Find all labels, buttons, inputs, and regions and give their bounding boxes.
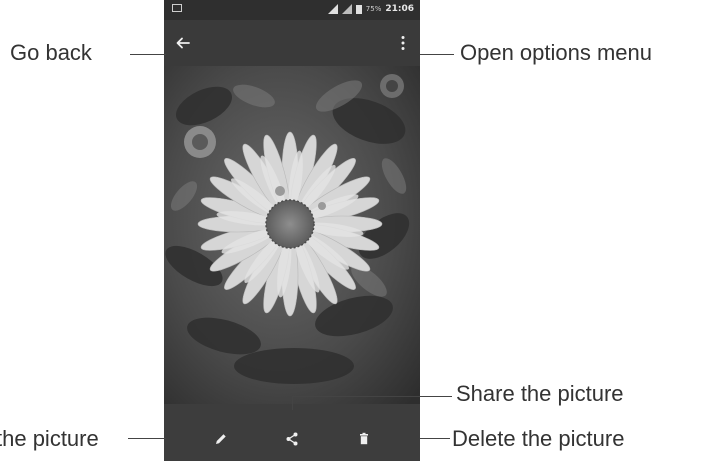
status-bar: 75% 21:06 bbox=[164, 0, 420, 20]
arrow-left-icon bbox=[176, 37, 190, 49]
back-button[interactable] bbox=[172, 32, 194, 54]
battery-percent: 75% bbox=[365, 5, 382, 13]
callout-edit: the picture bbox=[0, 426, 99, 451]
callout-delete: Delete the picture bbox=[452, 426, 625, 451]
bottom-action-bar bbox=[164, 404, 420, 461]
callout-options-menu: Open options menu bbox=[460, 40, 653, 65]
callout-share: Share the picture bbox=[456, 381, 624, 406]
phone-screen: 75% 21:06 bbox=[164, 0, 420, 461]
share-button[interactable] bbox=[281, 428, 303, 450]
signal-icon bbox=[327, 4, 338, 14]
app-bar bbox=[164, 20, 420, 66]
callout-go-back-leader bbox=[130, 54, 166, 55]
callout-share-leader-drop bbox=[292, 396, 293, 410]
options-menu-button[interactable] bbox=[392, 32, 414, 54]
more-vertical-icon bbox=[401, 36, 405, 50]
gallery-notification-icon bbox=[172, 4, 182, 12]
signal-icon-2 bbox=[341, 4, 352, 14]
callout-options-menu-leader bbox=[420, 54, 454, 55]
trash-icon bbox=[360, 432, 368, 445]
flower-photo[interactable] bbox=[164, 66, 420, 404]
delete-button[interactable] bbox=[353, 428, 375, 450]
callout-go-back: Go back bbox=[10, 40, 92, 65]
edit-button[interactable] bbox=[210, 428, 232, 450]
share-icon bbox=[286, 432, 298, 446]
status-indicators: 75% 21:06 bbox=[327, 4, 414, 14]
callout-share-leader bbox=[292, 396, 452, 397]
callout-edit-leader bbox=[128, 438, 166, 439]
callout-delete-leader bbox=[420, 438, 450, 439]
pencil-icon bbox=[216, 434, 226, 444]
battery-icon bbox=[355, 4, 362, 14]
status-time: 21:06 bbox=[385, 4, 414, 14]
